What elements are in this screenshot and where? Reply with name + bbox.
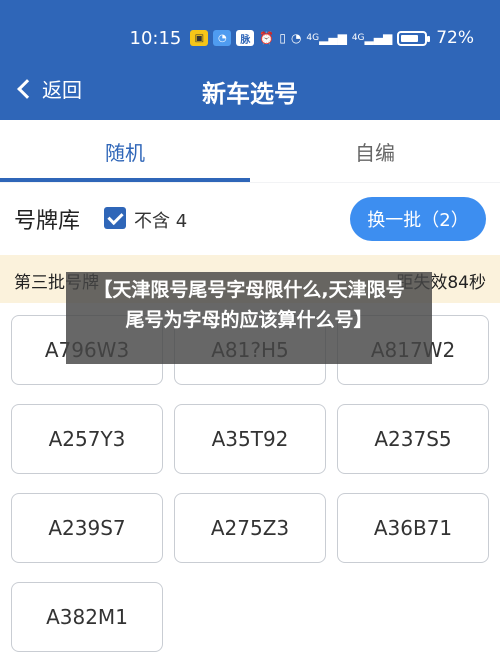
tab-custom[interactable]: 自编: [250, 120, 500, 182]
signal-icon-2: 4G ▂▄▆: [351, 31, 393, 45]
overlay-line-1: 【天津限号尾号字母限什么,天津限号: [93, 279, 405, 301]
plate-option[interactable]: A237S5: [337, 404, 489, 474]
plate-option[interactable]: A257Y3: [11, 404, 163, 474]
plate-option[interactable]: A239S7: [11, 493, 163, 563]
page-title: 新车选号: [202, 80, 298, 108]
plate-option[interactable]: A275Z3: [174, 493, 326, 563]
notification-icon: ▣: [190, 30, 209, 46]
vibrate-icon: ▯: [279, 31, 286, 45]
network-type-1: 4G: [306, 33, 320, 43]
battery-icon: [397, 30, 431, 46]
wifi-icon: ◔: [290, 31, 302, 45]
plate-option[interactable]: A382M1: [11, 582, 163, 652]
article-title-overlay: 【天津限号尾号字母限什么,天津限号 尾号为字母的应该算什么号】: [66, 272, 432, 364]
signal-icon-1: 4G ▂▄▆: [306, 31, 347, 45]
refresh-batch-button[interactable]: 换一批（2）: [350, 197, 486, 241]
tab-random[interactable]: 随机: [0, 120, 250, 182]
app-badge-icon: 脉: [236, 30, 255, 46]
library-title: 号牌库: [14, 209, 81, 234]
plate-option[interactable]: A35T92: [174, 404, 326, 474]
overlay-line-2: 尾号为字母的应该算什么号】: [125, 309, 373, 331]
exclude-4-label[interactable]: 不含 4: [134, 207, 187, 233]
network-type-2: 4G: [351, 33, 365, 43]
exclude-4-checkbox[interactable]: [104, 207, 126, 229]
alarm-icon: ⏰: [259, 31, 275, 45]
plate-library-bar: 号牌库 不含 4 换一批（2）: [0, 183, 500, 255]
status-bar: 10:15 ▣ ◔ 脉 ⏰ ▯ ◔ 4G ▂▄▆ 4G ▂▄▆ 72%: [130, 24, 475, 52]
plate-option[interactable]: A36B71: [337, 493, 489, 563]
app-notification-icon: ◔: [213, 30, 232, 46]
app-header: 10:15 ▣ ◔ 脉 ⏰ ▯ ◔ 4G ▂▄▆ 4G ▂▄▆ 72% 返回 新车选…: [0, 0, 500, 120]
status-time: 10:15: [129, 27, 182, 49]
nav-bar: 返回 新车选号: [0, 64, 500, 116]
battery-percent: 72%: [436, 28, 474, 48]
tab-bar: 随机 自编: [0, 120, 500, 182]
